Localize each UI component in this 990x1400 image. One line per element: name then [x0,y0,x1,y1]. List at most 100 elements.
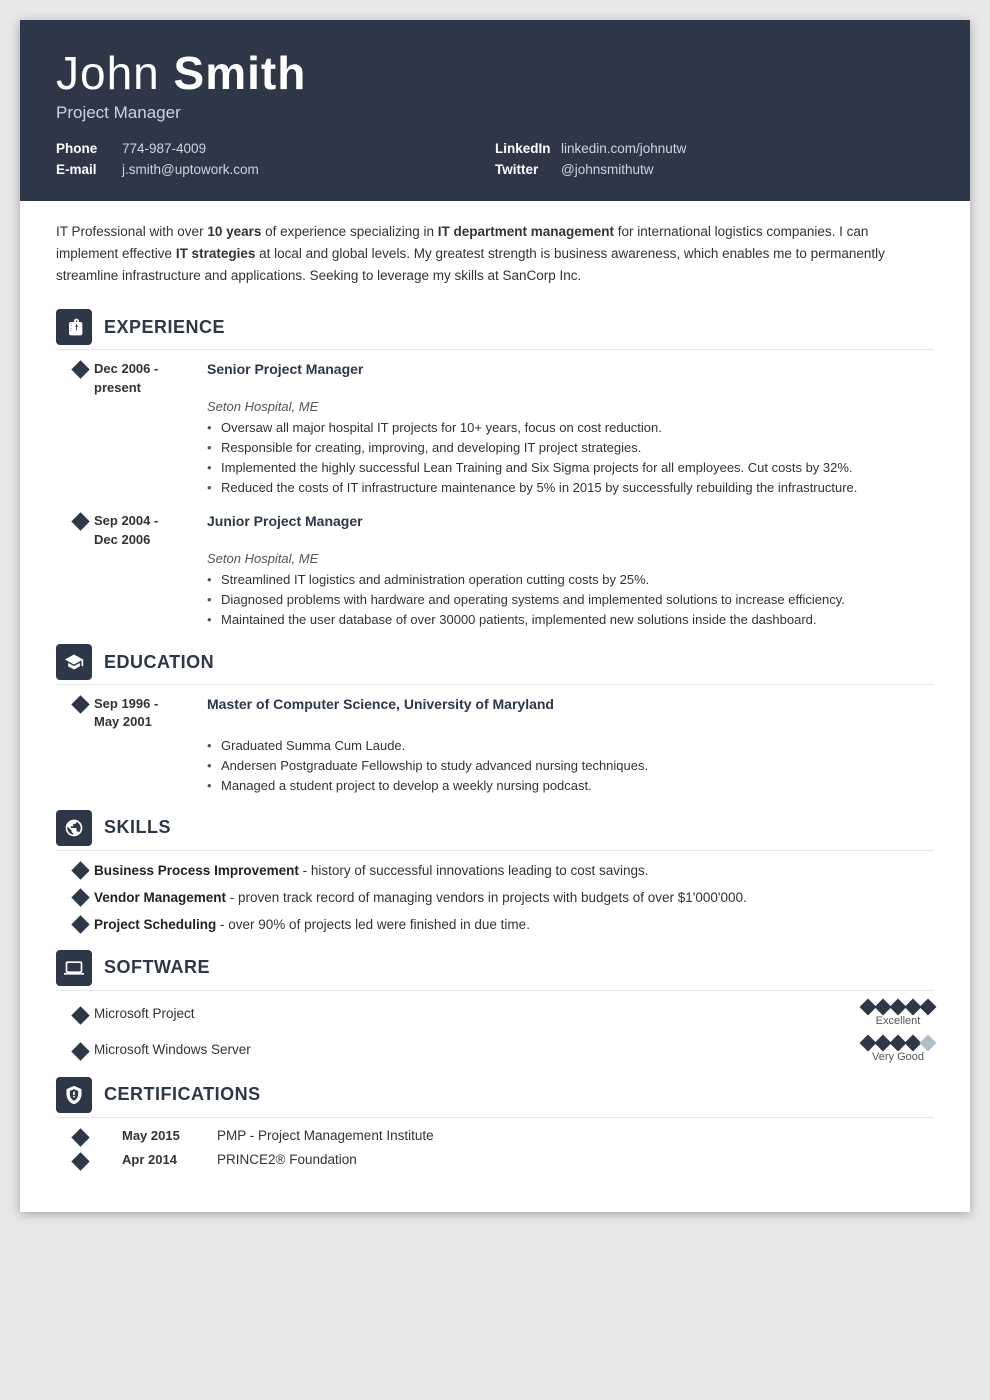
bullet-1 [66,360,94,498]
edu-content-1: Sep 1996 -May 2001 Master of Computer Sc… [94,695,934,796]
skills-title: SKILLS [104,817,171,838]
cert-entry-2: Apr 2014 PRINCE2® Foundation [56,1152,934,1168]
entry-title-2: Junior Project Manager [207,512,363,532]
cert-header: CERTIFICATIONS [56,1077,934,1118]
entry-content-2: Sep 2004 -Dec 2006 Junior Project Manage… [94,512,934,630]
linkedin-label: LinkedIn [495,141,555,156]
bullet-item: Reduced the costs of IT infrastructure m… [207,478,934,498]
skill-entry-3: Project Scheduling - over 90% of project… [56,915,934,935]
cert-name-2: PRINCE2® Foundation [217,1152,357,1167]
skill-content-3: Project Scheduling - over 90% of project… [94,915,530,935]
skills-section: SKILLS Business Process Improvement - hi… [56,810,934,936]
phone-label: Phone [56,141,116,156]
skill-content-2: Vendor Management - proven track record … [94,888,747,908]
skill-content-1: Business Process Improvement - history o… [94,861,649,881]
entry-bullets-2: Streamlined IT logistics and administrat… [207,570,934,630]
cert-entry-1: May 2015 PMP - Project Management Instit… [56,1128,934,1144]
diamond-icon [71,513,89,531]
d-empty [920,1034,937,1051]
cert-row-1: May 2015 PMP - Project Management Instit… [94,1128,434,1143]
experience-header: EXPERIENCE [56,309,934,350]
bullet-item: Streamlined IT logistics and administrat… [207,570,934,590]
header-section: John Smith Project Manager Phone 774-987… [20,20,970,201]
diamond-icon [71,1152,89,1170]
entry-company-2: Seton Hospital, ME [207,551,934,566]
diamond-icon [71,695,89,713]
cert-bullet-2 [66,1152,94,1168]
bullet-item: Managed a student project to develop a w… [207,776,934,796]
diamond-icon [71,1042,89,1060]
skill-bullet-3 [66,915,94,931]
summary-section: IT Professional with over 10 years of ex… [56,221,934,292]
job-title: Project Manager [56,103,934,123]
entry-content-1: Dec 2006 -present Senior Project Manager… [94,360,934,498]
diamond-icon [71,1006,89,1024]
contact-info: Phone 774-987-4009 E-mail j.smith@uptowo… [56,141,934,177]
entry-bullets-1: Oversaw all major hospital IT projects f… [207,418,934,499]
software-section: SOFTWARE Microsoft Project Excellent [56,950,934,1063]
email-item: E-mail j.smith@uptowork.com [56,162,495,177]
first-name: John [56,47,160,99]
cert-bullet-1 [66,1128,94,1144]
sw-rating-label-2: Very Good [872,1051,924,1063]
experience-entry-2: Sep 2004 -Dec 2006 Junior Project Manage… [56,512,934,630]
certifications-section: CERTIFICATIONS May 2015 PMP - Project Ma… [56,1077,934,1168]
twitter-item: Twitter @johnsmithutw [495,162,934,177]
entry-header-1: Dec 2006 -present Senior Project Manager [94,360,934,396]
software-entry-1: Microsoft Project Excellent [56,1001,934,1027]
entry-company-1: Seton Hospital, ME [207,399,934,414]
cert-row-2: Apr 2014 PRINCE2® Foundation [94,1152,357,1167]
skills-icon [56,810,92,846]
cert-name-1: PMP - Project Management Institute [217,1128,434,1143]
sw-bullet-1 [66,1006,94,1022]
experience-entry-1: Dec 2006 -present Senior Project Manager… [56,360,934,498]
email-value: j.smith@uptowork.com [122,162,259,177]
bullet-2 [66,512,94,630]
skill-bullet-1 [66,861,94,877]
skill-desc-2: - proven track record of managing vendor… [226,890,747,905]
twitter-value: @johnsmithutw [561,162,654,177]
software-title: SOFTWARE [104,957,210,978]
bullet-item: Responsible for creating, improving, and… [207,438,934,458]
entry-title-1: Senior Project Manager [207,360,363,380]
edu-degree-1: Master of Computer Science, University o… [207,695,554,715]
bullet-item: Maintained the user database of over 300… [207,610,934,630]
sw-bullet-2 [66,1042,94,1058]
diamond-icon [71,1128,89,1146]
sw-rating-label-1: Excellent [876,1015,921,1027]
diamond-icon [71,888,89,906]
education-section: EDUCATION Sep 1996 -May 2001 Master of C… [56,644,934,796]
body-section: IT Professional with over 10 years of ex… [20,201,970,1212]
software-entry-2: Microsoft Windows Server Very Good [56,1037,934,1063]
software-icon [56,950,92,986]
contact-col-left: Phone 774-987-4009 E-mail j.smith@uptowo… [56,141,495,177]
skills-header: SKILLS [56,810,934,851]
skill-desc-1: - history of successful innovations lead… [299,863,649,878]
experience-icon [56,309,92,345]
diamond-icon [71,916,89,934]
bullet-item: Implemented the highly successful Lean T… [207,458,934,478]
cert-icon [56,1077,92,1113]
bullet-item: Diagnosed problems with hardware and ope… [207,590,934,610]
cert-date-2: Apr 2014 [122,1152,217,1167]
edu-date-1: Sep 1996 -May 2001 [94,695,189,731]
diamond-icon [71,861,89,879]
cert-date-1: May 2015 [122,1128,217,1143]
experience-section: EXPERIENCE Dec 2006 -present Senior Proj… [56,309,934,630]
education-entry-1: Sep 1996 -May 2001 Master of Computer Sc… [56,695,934,796]
skill-entry-2: Vendor Management - proven track record … [56,888,934,908]
skill-desc-3: - over 90% of projects led were finished… [216,917,530,932]
edu-bullet-1 [66,695,94,796]
twitter-label: Twitter [495,162,555,177]
skill-name-1: Business Process Improvement [94,863,299,878]
education-icon [56,644,92,680]
linkedin-value: linkedin.com/johnutw [561,141,686,156]
phone-value: 774-987-4009 [122,141,206,156]
skill-name-2: Vendor Management [94,890,226,905]
experience-title: EXPERIENCE [104,317,225,338]
contact-col-right: LinkedIn linkedin.com/johnutw Twitter @j… [495,141,934,177]
edu-header-1: Sep 1996 -May 2001 Master of Computer Sc… [94,695,934,731]
diamond-icon [71,361,89,379]
sw-rating-2: Very Good [862,1037,934,1063]
education-title: EDUCATION [104,652,214,673]
